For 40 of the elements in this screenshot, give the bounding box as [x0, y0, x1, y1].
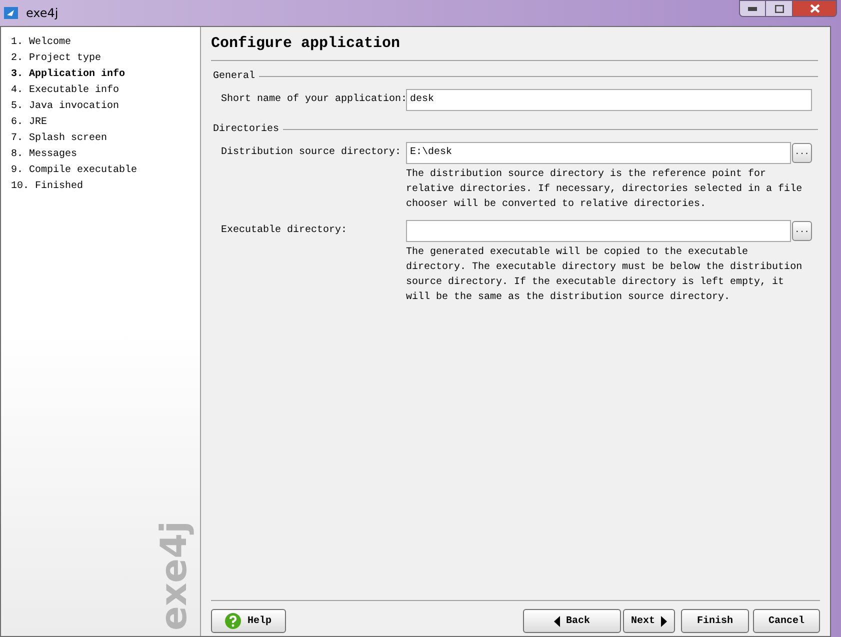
right-arrow-icon [661, 616, 667, 626]
help-icon [225, 613, 242, 629]
help-text: The generated executable will be copied to the executable directory. The executable directory must be below the distribution source directory. If the executable directory is left empty, it will be the same as the distribution source directory. [406, 246, 804, 304]
minimize-icon [748, 6, 757, 10]
minimize-button[interactable] [739, 0, 766, 17]
help-text: The distribution source directory is the reference point for relative directories. If necessary, directories selected in a file chooser will be converted to relative directories. [406, 168, 804, 212]
input-field[interactable]: E:\desk [406, 142, 791, 164]
section-title: Directories [213, 122, 280, 136]
wizard-step[interactable]: 10. Finished [11, 179, 200, 195]
browse-button[interactable]: ... [792, 220, 812, 240]
wizard-step[interactable]: 2. Project type [11, 51, 200, 67]
wizard-step[interactable]: 3. Application info [11, 67, 200, 83]
app-icon [4, 7, 18, 19]
window-title: exe4j [26, 5, 58, 22]
field-label: Distribution source directory: [221, 146, 402, 160]
input-field[interactable]: desk [406, 88, 812, 110]
cancel-button[interactable]: Cancel [753, 609, 820, 633]
input-field[interactable] [406, 220, 791, 242]
next-button[interactable]: Next [623, 609, 675, 633]
finish-button[interactable]: Finish [681, 609, 749, 633]
field-label: Short name of your application: [221, 92, 406, 106]
section-title: General [213, 70, 256, 84]
maximize-button[interactable] [766, 0, 792, 17]
maximize-icon [774, 4, 784, 12]
wizard-step[interactable]: 6. JRE [11, 115, 200, 131]
left-arrow-icon [554, 616, 560, 626]
page-title: Configure application [211, 27, 818, 60]
wizard-step[interactable]: 5. Java invocation [11, 99, 200, 115]
close-icon [810, 4, 820, 13]
wizard-step[interactable]: 1. Welcome [11, 35, 200, 51]
close-button[interactable] [792, 0, 837, 17]
wizard-step[interactable]: 9. Compile executable [11, 163, 200, 179]
wizard-step[interactable]: 4. Executable info [11, 83, 200, 99]
wizard-step[interactable]: 7. Splash screen [11, 131, 200, 147]
wizard-step[interactable]: 8. Messages [11, 147, 200, 163]
browse-button[interactable]: ... [792, 142, 812, 162]
back-button[interactable]: Back [523, 609, 621, 633]
help-button[interactable]: Help [211, 609, 286, 633]
sidebar-logo: exe4j [157, 520, 193, 630]
field-label: Executable directory: [221, 224, 348, 238]
